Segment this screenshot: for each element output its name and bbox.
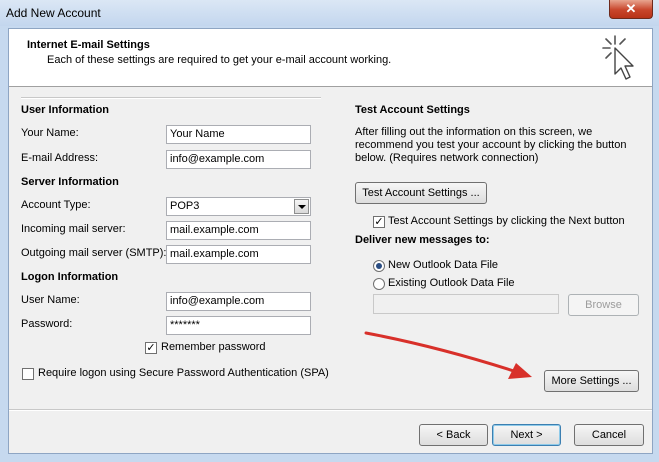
test-settings-heading: Test Account Settings — [355, 104, 470, 116]
remember-password-checkbox[interactable]: ✓ — [145, 342, 157, 354]
user-info-heading: User Information — [21, 104, 110, 116]
incoming-server-input[interactable]: mail.example.com — [166, 221, 311, 240]
next-button[interactable]: Next > — [492, 424, 561, 446]
title-bar[interactable]: Add New Account ✕ — [0, 0, 659, 26]
username-input[interactable]: info@example.com — [166, 292, 311, 311]
account-type-value: POP3 — [170, 200, 200, 212]
incoming-server-label: Incoming mail server: — [21, 223, 126, 235]
existing-data-file-radio[interactable] — [373, 278, 385, 290]
more-settings-button[interactable]: More Settings ... — [544, 370, 639, 392]
password-input[interactable]: ******* — [166, 316, 311, 335]
account-type-label: Account Type: — [21, 199, 91, 211]
browse-button[interactable]: Browse — [568, 294, 639, 316]
window-title: Add New Account — [6, 6, 101, 20]
header-subtitle: Each of these settings are required to g… — [47, 54, 392, 66]
new-data-file-radio[interactable] — [373, 260, 385, 272]
cancel-button[interactable]: Cancel — [574, 424, 644, 446]
your-name-input[interactable]: Your Name — [166, 125, 311, 144]
test-account-settings-button[interactable]: Test Account Settings ... — [355, 182, 487, 204]
annotation-arrow-icon — [364, 331, 532, 379]
header-title: Internet E-mail Settings — [27, 39, 150, 51]
checkmark-icon: ✓ — [146, 342, 156, 354]
cursor-click-icon — [602, 35, 634, 80]
spa-label[interactable]: Require logon using Secure Password Auth… — [38, 367, 329, 379]
checkmark-icon: ✓ — [374, 216, 384, 228]
logon-info-heading: Logon Information — [21, 271, 119, 283]
back-button[interactable]: < Back — [419, 424, 488, 446]
left-top-separator — [21, 97, 321, 99]
account-type-select[interactable]: POP3 — [166, 197, 311, 216]
close-icon: ✕ — [625, 1, 637, 16]
server-info-heading: Server Information — [21, 176, 119, 188]
auto-test-label[interactable]: Test Account Settings by clicking the Ne… — [388, 215, 625, 227]
spa-checkbox[interactable] — [22, 368, 34, 380]
dialog-client-area: Internet E-mail Settings Each of these s… — [8, 28, 653, 454]
remember-password-label[interactable]: Remember password — [161, 341, 266, 353]
auto-test-checkbox[interactable]: ✓ — [373, 216, 385, 228]
close-button[interactable]: ✕ — [609, 0, 653, 19]
deliver-heading: Deliver new messages to: — [355, 234, 490, 246]
test-description-line1: After filling out the information on thi… — [355, 126, 593, 138]
outgoing-server-input[interactable]: mail.example.com — [166, 245, 311, 264]
test-description-line3: below. (Requires network connection) — [355, 152, 539, 164]
password-label: Password: — [21, 318, 73, 330]
add-account-window: Add New Account ✕ Internet E-mail Settin… — [0, 0, 659, 462]
test-description-line2: recommend you test your account by click… — [355, 139, 627, 151]
bottom-separator — [9, 409, 652, 411]
existing-data-file-path[interactable] — [373, 294, 559, 314]
existing-data-file-label[interactable]: Existing Outlook Data File — [388, 277, 515, 289]
dropdown-arrow-icon[interactable] — [294, 199, 309, 214]
outgoing-server-label: Outgoing mail server (SMTP): — [21, 247, 167, 259]
wizard-header: Internet E-mail Settings Each of these s… — [9, 29, 652, 87]
email-label: E-mail Address: — [21, 152, 99, 164]
your-name-label: Your Name: — [21, 127, 79, 139]
username-label: User Name: — [21, 294, 80, 306]
email-input[interactable]: info@example.com — [166, 150, 311, 169]
new-data-file-label[interactable]: New Outlook Data File — [388, 259, 498, 271]
